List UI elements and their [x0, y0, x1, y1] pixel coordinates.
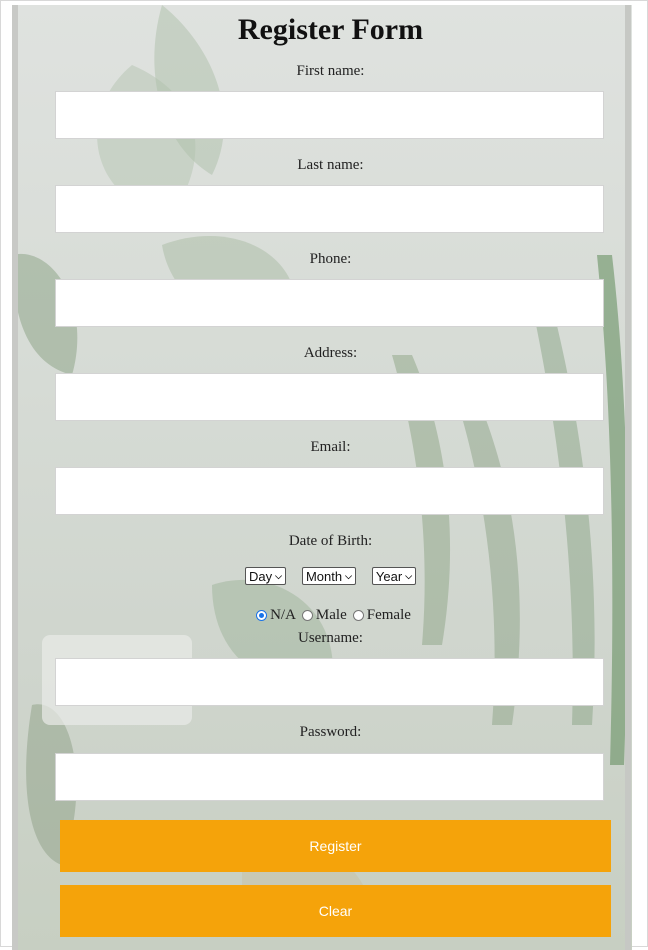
year-select-value: Year — [375, 568, 403, 584]
first-name-label: First name: — [296, 63, 365, 79]
form-title: Register Form — [237, 13, 424, 46]
radio-male[interactable] — [301, 609, 313, 621]
email-label: Email: — [310, 439, 351, 455]
last-name-input[interactable] — [55, 185, 604, 233]
radio-female-label: Female — [366, 607, 411, 623]
year-select[interactable]: Year ⌵ — [371, 567, 417, 585]
dob-label: Date of Birth: — [288, 533, 373, 549]
day-select[interactable]: Day ⌵ — [244, 567, 286, 585]
email-input[interactable] — [55, 467, 604, 515]
month-select[interactable]: Month ⌵ — [301, 567, 356, 585]
username-input[interactable] — [55, 658, 604, 706]
last-name-label: Last name: — [297, 157, 364, 173]
radio-male-label: Male — [315, 607, 347, 623]
address-label: Address: — [303, 345, 358, 361]
username-label: Username: — [298, 630, 363, 646]
gender-radio-group: N/A Male Female — [55, 605, 606, 625]
chevron-down-icon: ⌵ — [405, 570, 413, 581]
password-input[interactable] — [55, 753, 604, 801]
right-border-strip — [625, 5, 631, 950]
radio-female[interactable] — [352, 609, 364, 621]
radio-na[interactable] — [256, 609, 268, 621]
phone-label: Phone: — [309, 251, 352, 267]
dob-selects: Day ⌵ Month ⌵ Year ⌵ — [55, 567, 606, 585]
clear-button[interactable]: Clear — [60, 885, 611, 937]
phone-input[interactable] — [55, 279, 604, 327]
day-select-value: Day — [248, 568, 273, 584]
first-name-input[interactable] — [55, 91, 604, 139]
register-button[interactable]: Register — [60, 820, 611, 872]
chevron-down-icon: ⌵ — [275, 570, 282, 581]
left-border-strip — [12, 5, 18, 950]
radio-na-label: N/A — [270, 607, 296, 623]
chevron-down-icon: ⌵ — [345, 570, 352, 581]
month-select-value: Month — [305, 568, 343, 584]
address-input[interactable] — [55, 373, 604, 421]
password-label: Password: — [299, 724, 362, 740]
